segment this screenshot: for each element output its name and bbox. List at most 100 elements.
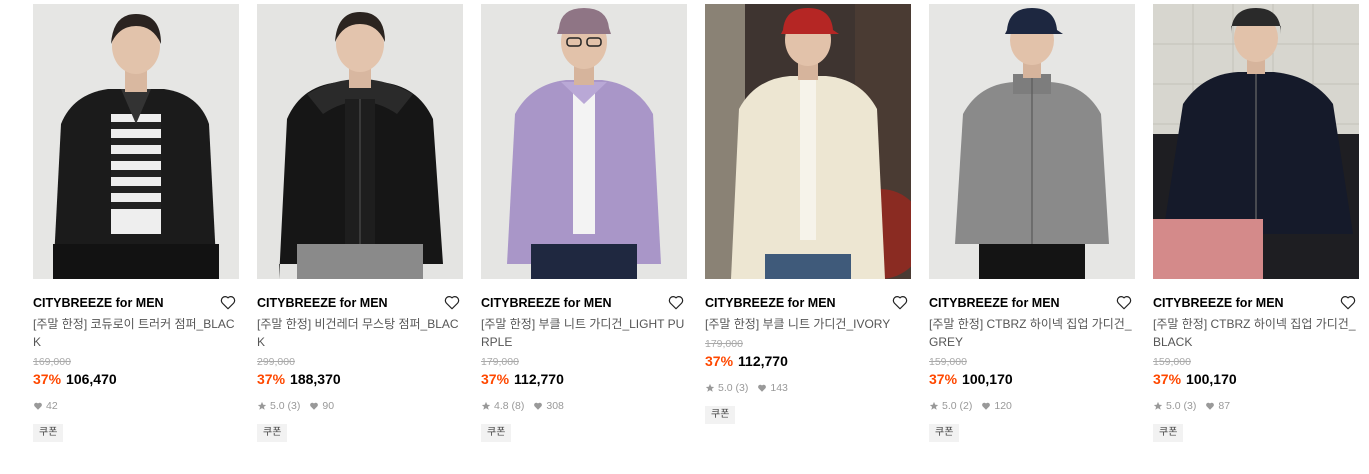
- likes-stat: 42: [33, 400, 58, 412]
- price-row: 37% 100,170: [1153, 369, 1359, 389]
- product-card[interactable]: CITYBREEZE for MEN [주말 한정] 부클 니트 가디건_IVO…: [705, 4, 911, 424]
- rating-value: 5.0: [1166, 400, 1181, 412]
- likes-stat: 143: [757, 382, 788, 394]
- review-count: (3): [1183, 400, 1197, 412]
- star-icon: [705, 383, 715, 392]
- brand-name[interactable]: CITYBREEZE for MEN: [481, 293, 687, 313]
- wishlist-heart-icon[interactable]: [1339, 293, 1359, 313]
- review-count: (2): [959, 400, 973, 412]
- original-price: 179,000: [481, 356, 519, 368]
- product-card[interactable]: CITYBREEZE for MEN [주말 한정] 부클 니트 가디건_LIG…: [481, 4, 687, 442]
- price-row: 37% 112,770: [705, 351, 911, 371]
- product-image[interactable]: [33, 4, 239, 279]
- product-card[interactable]: CITYBREEZE for MEN [주말 한정] 비건레더 무스탕 점퍼_B…: [257, 4, 463, 442]
- brand-name[interactable]: CITYBREEZE for MEN: [257, 293, 463, 313]
- original-price: 169,000: [33, 356, 71, 368]
- coupon-badge[interactable]: 쿠폰: [33, 424, 64, 442]
- product-card[interactable]: CITYBREEZE for MEN [주말 한정] CTBRZ 하이넥 집업 …: [1153, 4, 1359, 442]
- brand-name[interactable]: CITYBREEZE for MEN: [33, 293, 239, 313]
- rating-value: 4.8: [494, 400, 509, 412]
- heart-filled-icon: [758, 384, 767, 392]
- discount-rate: 37%: [1153, 371, 1182, 387]
- product-name[interactable]: [주말 한정] 부클 니트 가디건_LIGHT PURPLE: [481, 315, 687, 351]
- likes-stat: 308: [533, 400, 564, 412]
- product-stats: 42: [33, 397, 239, 415]
- product-name[interactable]: [주말 한정] CTBRZ 하이넥 집업 가디건_BLACK: [1153, 315, 1359, 351]
- likes-count: 120: [994, 400, 1012, 412]
- rating-stat: 4.8 (8): [481, 400, 524, 412]
- wishlist-heart-icon[interactable]: [219, 293, 239, 313]
- product-stats: 5.0 (3) 143: [705, 379, 911, 397]
- product-name[interactable]: [주말 한정] 비건레더 무스탕 점퍼_BLACK: [257, 315, 463, 351]
- brand-name[interactable]: CITYBREEZE for MEN: [1153, 293, 1359, 313]
- discount-rate: 37%: [705, 353, 734, 369]
- sale-price: 100,170: [962, 371, 1013, 387]
- wishlist-heart-icon[interactable]: [443, 293, 463, 313]
- discount-rate: 37%: [33, 371, 62, 387]
- product-name[interactable]: [주말 한정] 코듀로이 트러커 점퍼_BLACK: [33, 315, 239, 351]
- discount-rate: 37%: [929, 371, 958, 387]
- star-icon: [257, 401, 267, 410]
- price-row: 37% 100,170: [929, 369, 1135, 389]
- wishlist-heart-icon[interactable]: [1115, 293, 1135, 313]
- review-count: (3): [287, 400, 301, 412]
- original-price: 159,000: [1153, 356, 1191, 368]
- rating-value: 5.0: [942, 400, 957, 412]
- heart-filled-icon: [982, 402, 991, 410]
- discount-rate: 37%: [257, 371, 286, 387]
- discount-rate: 37%: [481, 371, 510, 387]
- likes-stat: 90: [309, 400, 334, 412]
- product-image[interactable]: [481, 4, 687, 279]
- heart-filled-icon: [310, 402, 319, 410]
- brand-name[interactable]: CITYBREEZE for MEN: [705, 293, 911, 313]
- product-name[interactable]: [주말 한정] CTBRZ 하이넥 집업 가디건_GREY: [929, 315, 1135, 351]
- product-image[interactable]: [1153, 4, 1359, 279]
- original-price: 299,000: [257, 356, 295, 368]
- rating-stat: 5.0 (3): [257, 400, 300, 412]
- heart-filled-icon: [534, 402, 543, 410]
- product-image[interactable]: [257, 4, 463, 279]
- original-price: 179,000: [705, 338, 743, 350]
- rating-stat: 5.0 (3): [705, 382, 748, 394]
- price-row: 37% 188,370: [257, 369, 463, 389]
- wishlist-heart-icon[interactable]: [667, 293, 687, 313]
- likes-count: 42: [46, 400, 58, 412]
- sale-price: 112,770: [738, 353, 788, 369]
- star-icon: [481, 401, 491, 410]
- brand-name[interactable]: CITYBREEZE for MEN: [929, 293, 1135, 313]
- heart-filled-icon: [34, 402, 42, 410]
- price-row: 37% 112,770: [481, 369, 687, 389]
- review-count: (8): [511, 400, 525, 412]
- likes-count: 90: [322, 400, 335, 412]
- product-image[interactable]: [705, 4, 911, 279]
- product-grid: CITYBREEZE for MEN [주말 한정] 코듀로이 트러커 점퍼_B…: [0, 0, 1369, 474]
- sale-price: 100,170: [1186, 371, 1237, 387]
- rating-stat: 5.0 (2): [929, 400, 972, 412]
- original-price: 159,000: [929, 356, 967, 368]
- product-card[interactable]: CITYBREEZE for MEN [주말 한정] CTBRZ 하이넥 집업 …: [929, 4, 1135, 442]
- product-stats: 5.0 (3) 87: [1153, 397, 1359, 415]
- likes-stat: 120: [981, 400, 1012, 412]
- coupon-badge[interactable]: 쿠폰: [481, 424, 512, 442]
- heart-filled-icon: [1206, 402, 1215, 410]
- star-icon: [929, 401, 939, 410]
- likes-count: 143: [770, 382, 788, 394]
- product-stats: 5.0 (2) 120: [929, 397, 1135, 415]
- coupon-badge[interactable]: 쿠폰: [257, 424, 288, 442]
- coupon-badge[interactable]: 쿠폰: [705, 406, 736, 424]
- coupon-badge[interactable]: 쿠폰: [1153, 424, 1184, 442]
- rating-stat: 5.0 (3): [1153, 400, 1196, 412]
- star-icon: [1153, 401, 1163, 410]
- product-name[interactable]: [주말 한정] 부클 니트 가디건_IVORY: [705, 315, 911, 333]
- review-count: (3): [735, 382, 749, 394]
- sale-price: 188,370: [290, 371, 341, 387]
- rating-value: 5.0: [270, 400, 285, 412]
- coupon-badge[interactable]: 쿠폰: [929, 424, 960, 442]
- product-card[interactable]: CITYBREEZE for MEN [주말 한정] 코듀로이 트러커 점퍼_B…: [33, 4, 239, 442]
- product-image[interactable]: [929, 4, 1135, 279]
- price-row: 37% 106,470: [33, 369, 239, 389]
- wishlist-heart-icon[interactable]: [891, 293, 911, 313]
- sale-price: 106,470: [66, 371, 117, 387]
- likes-count: 87: [1218, 400, 1231, 412]
- likes-count: 308: [546, 400, 564, 412]
